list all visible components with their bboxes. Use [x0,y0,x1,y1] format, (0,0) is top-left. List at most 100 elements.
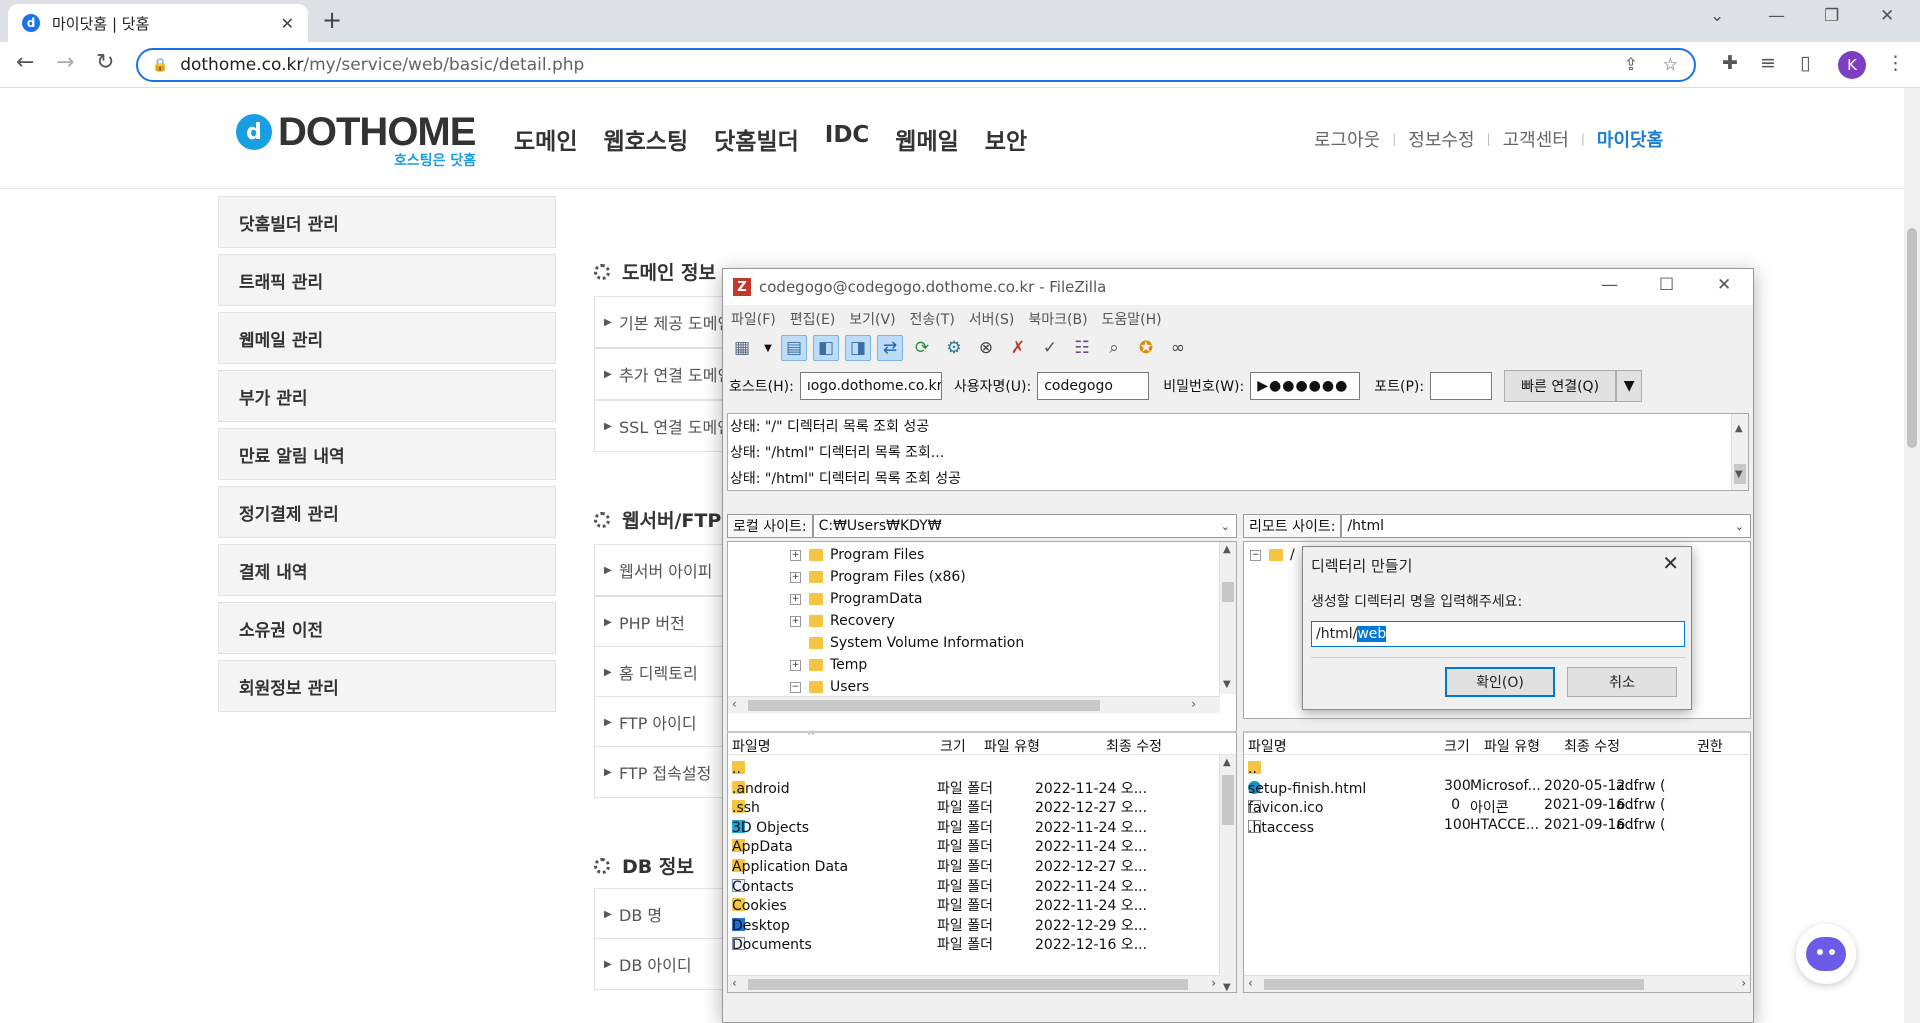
toggle-remote-tree-icon[interactable]: ◨ [845,335,871,361]
col-filename[interactable]: 파일명 [1248,736,1287,756]
expand-icon[interactable]: + [790,659,801,671]
port-input[interactable] [1430,372,1493,400]
col-type[interactable]: 파일 유형 [1484,736,1540,756]
col-filename[interactable]: 파일명 [732,736,771,756]
tree-node[interactable]: + ProgramData [790,588,923,610]
tree-node[interactable]: − Users [790,676,869,698]
scroll-left-icon[interactable]: ‹ [732,697,737,711]
restore-icon[interactable]: ❐ [1824,6,1839,26]
logout-link[interactable]: 로그아웃 [1314,126,1380,152]
fz-maximize-icon[interactable]: ☐ [1659,275,1674,295]
local-file-list[interactable]: 파일명 ^ 크기 파일 유형 최종 수정 .. .android 파일 폴더 2022… [727,731,1237,993]
webserver-row[interactable]: ▶ PHP 버전 [594,596,734,648]
side-item-builder[interactable]: 닷홈빌더 관리 [218,196,556,248]
support-link[interactable]: 고객센터 [1503,126,1569,152]
nav-webmail[interactable]: 웹메일 [895,122,958,156]
scroll-right-icon[interactable]: › [1211,976,1216,990]
nav-security[interactable]: 보안 [985,122,1027,156]
tree-node[interactable]: + Program Files [790,544,924,566]
list-scrollbar[interactable]: ▲ ▼ [1219,755,1236,992]
page-scrollbar[interactable] [1904,88,1920,1023]
col-size[interactable]: 크기 [1444,736,1470,756]
filter-icon[interactable]: ☷ [1069,335,1095,361]
scrollbar-thumb[interactable] [1264,979,1644,990]
dropdown-arrow-icon[interactable]: ▼ [761,335,775,361]
cancel-button[interactable]: 취소 [1567,667,1677,697]
browser-tab[interactable]: d 마이닷홈 | 닷홈 ✕ [8,4,308,42]
toggle-queue-icon[interactable]: ⇄ [877,335,903,361]
scroll-down-icon[interactable]: ▼ [1735,462,1743,488]
nav-idc[interactable]: IDC [825,122,870,156]
col-modified[interactable]: 최종 수정 [1106,736,1162,756]
new-tab-icon[interactable]: + [322,6,342,34]
menu-view[interactable]: 보기(V) [849,309,895,329]
webserver-row[interactable]: ▶ 홈 디렉토리 [594,646,734,698]
tree-node[interactable]: + Program Files (x86) [790,566,966,588]
scrollbar-thumb[interactable] [748,700,1100,711]
webserver-row[interactable]: ▶ 웹서버 아이피 [594,544,734,596]
expand-icon[interactable]: + [790,571,801,583]
remote-file-list[interactable]: 파일명 ˇ 크기 파일 유형 최종 수정 권한 .. setup-finish.h… [1243,731,1751,993]
share-icon[interactable]: ⇪ [1624,55,1638,75]
mydothome-link[interactable]: 마이닷홈 [1597,126,1663,152]
reconnect-icon[interactable]: ✓ [1037,335,1063,361]
db-row[interactable]: ▶ DB 명 [594,888,734,940]
scroll-up-icon[interactable]: ▲ [1223,757,1231,768]
menu-help[interactable]: 도움말(H) [1102,309,1162,329]
scrollbar-thumb[interactable] [1907,228,1917,448]
refresh-icon[interactable]: ⟳ [909,335,935,361]
scrollbar-thumb[interactable] [1222,775,1234,825]
side-item-addons[interactable]: 부가 관리 [218,370,556,422]
side-item-traffic[interactable]: 트래픽 관리 [218,254,556,306]
tree-hscrollbar[interactable]: ‹ › [728,696,1220,713]
scroll-left-icon[interactable]: ‹ [1248,976,1253,990]
scroll-down-icon[interactable]: ▼ [1223,982,1231,992]
webserver-row[interactable]: ▶ FTP 아이디 [594,696,734,748]
tree-node[interactable]: + Temp [790,654,867,676]
directory-name-input[interactable]: /html/web [1311,621,1685,647]
domain-row[interactable]: ▶ SSL 연결 도메인 [594,400,734,452]
dothome-logo[interactable]: d DOTHOME 호스팅은 닷홈 [236,112,476,169]
host-input[interactable]: ıogo.dothome.co.kr [799,372,942,400]
close-tab-icon[interactable]: ✕ [281,14,294,33]
side-panel-icon[interactable]: ▯ [1800,52,1810,74]
side-item-member[interactable]: 회원정보 관리 [218,660,556,712]
menu-bookmarks[interactable]: 북마크(B) [1028,309,1087,329]
process-queue-icon[interactable]: ⚙ [941,335,967,361]
tab-search-icon[interactable]: ⌄ [1710,6,1724,26]
nav-webhosting[interactable]: 웹호스팅 [603,122,688,156]
menu-edit[interactable]: 편집(E) [790,309,836,329]
message-log[interactable]: 상태: "/" 디렉터리 목록 조회 성공 상태: "/html" 디렉터리 목… [727,413,1749,491]
side-item-transfer[interactable]: 소유권 이전 [218,602,556,654]
tree-node[interactable]: + Recovery [790,610,895,632]
extensions-icon[interactable]: ✚ [1722,52,1738,74]
db-row[interactable]: ▶ DB 아이디 [594,938,734,990]
side-item-expiry[interactable]: 만료 알림 내역 [218,428,556,480]
side-item-webmail[interactable]: 웹메일 관리 [218,312,556,364]
chatbot-button[interactable] [1796,924,1856,984]
minimize-icon[interactable]: — [1768,6,1785,26]
address-bar[interactable]: 🔒 dothome.co.kr/my/service/web/basic/det… [136,48,1696,82]
expand-icon[interactable]: + [790,549,801,561]
remote-file-row[interactable]: .htaccess 100 HTACCE... 2021-09-16... adfrw … [1244,814,1750,838]
scroll-right-icon[interactable]: › [1191,697,1196,711]
back-icon[interactable]: ← [16,50,34,75]
list-hscrollbar[interactable]: ‹ › [1244,975,1750,992]
expand-icon[interactable]: + [790,593,801,605]
log-scrollbar[interactable]: ▲ ▼ [1731,414,1748,490]
menu-transfer[interactable]: 전송(T) [910,309,955,329]
nav-domain[interactable]: 도메인 [514,122,577,156]
col-size[interactable]: 크기 [940,736,966,756]
collapse-icon[interactable]: − [790,681,801,693]
list-hscrollbar[interactable]: ‹ › [728,975,1220,992]
scroll-left-icon[interactable]: ‹ [732,976,737,990]
tree-node[interactable]: System Volume Information [809,632,1024,654]
webserver-row[interactable]: ▶ FTP 접속설정 [594,746,734,798]
scrollbar-thumb[interactable] [1222,582,1234,602]
domain-row[interactable]: ▶ 기본 제공 도메인 [594,296,734,348]
media-control-icon[interactable]: ≡ [1760,52,1776,74]
forward-icon[interactable]: → [56,50,74,75]
menu-kebab-icon[interactable]: ⋮ [1886,52,1905,74]
tree-scrollbar[interactable]: ▲ ▼ [1219,542,1236,694]
ok-button[interactable]: 확인(O) [1445,667,1555,697]
